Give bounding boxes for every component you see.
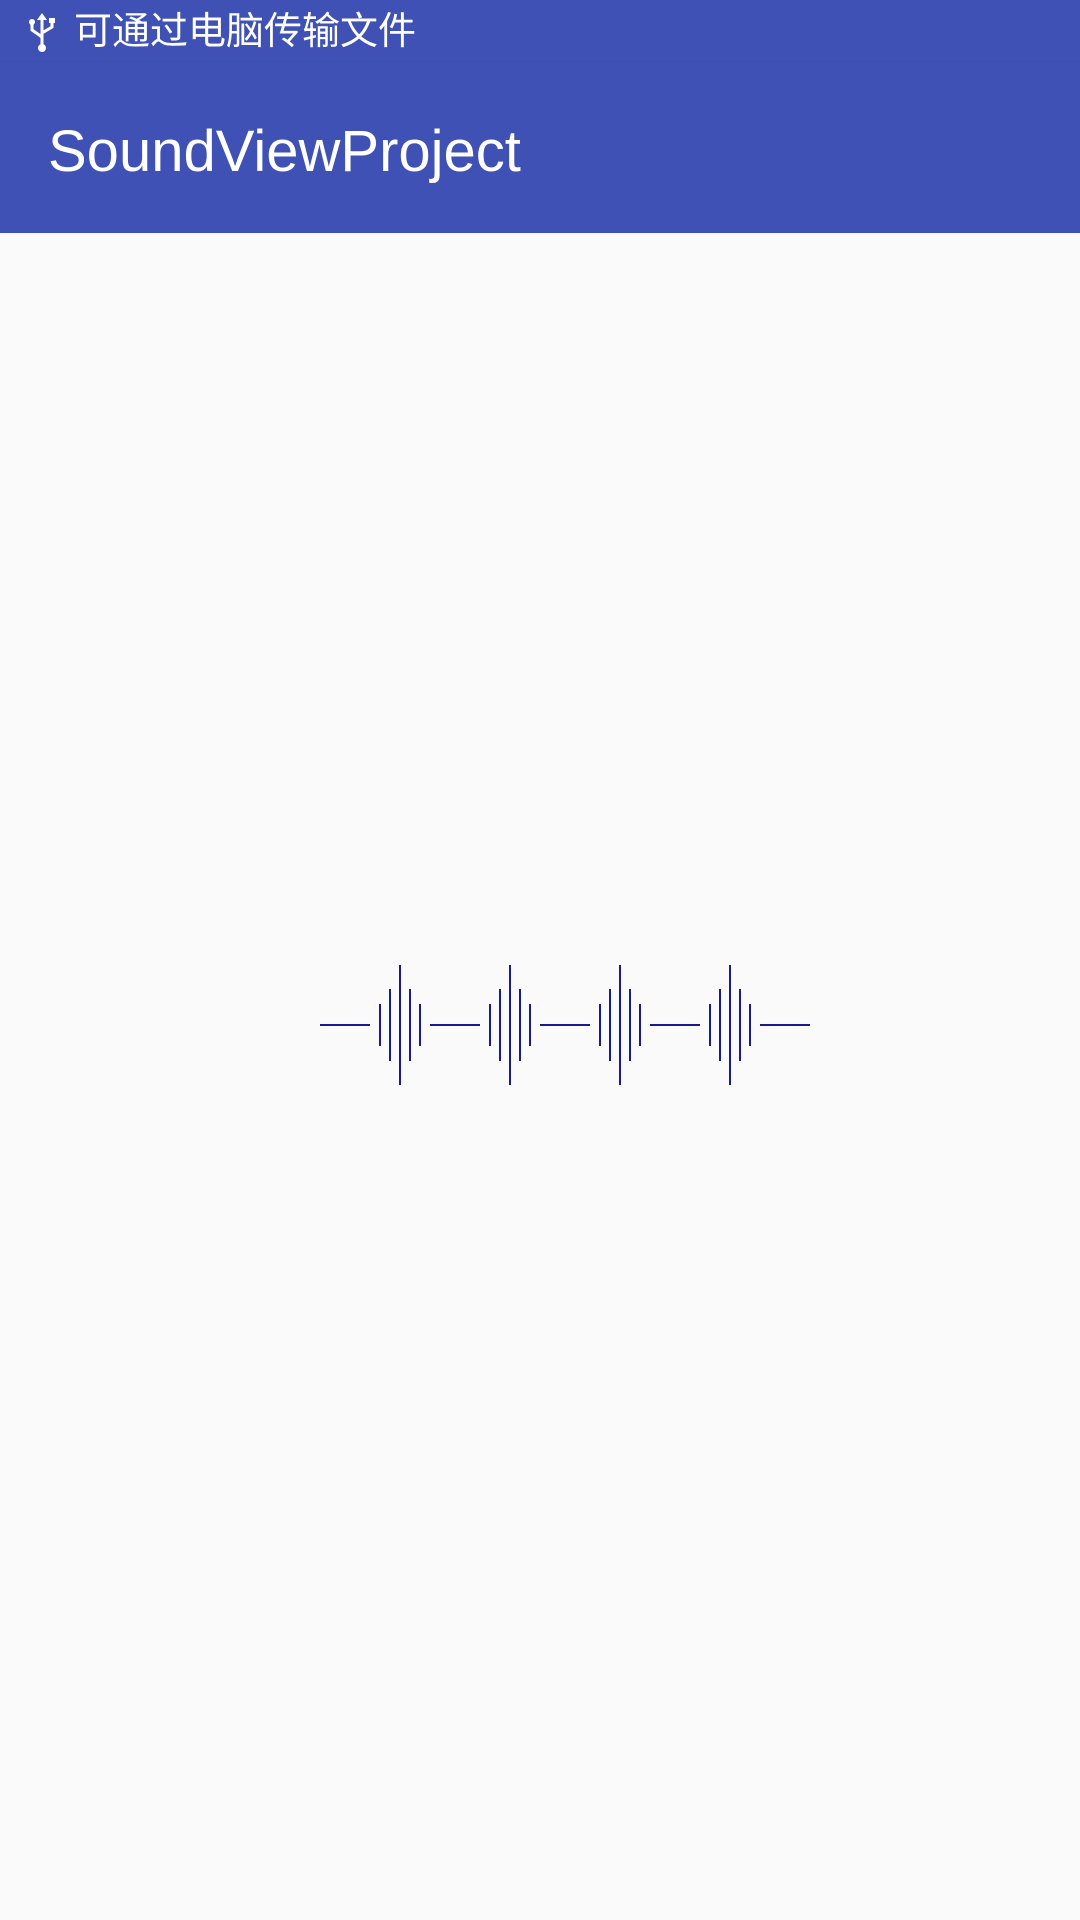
app-title: SoundViewProject xyxy=(48,119,521,184)
status-bar: 可通过电脑传输文件 xyxy=(0,0,1080,63)
usb-icon xyxy=(29,13,55,52)
app-bar: SoundViewProject xyxy=(0,63,1080,233)
usb-notification-text: 可通过电脑传输文件 xyxy=(74,9,417,53)
sound-waveform-view xyxy=(320,965,810,1085)
